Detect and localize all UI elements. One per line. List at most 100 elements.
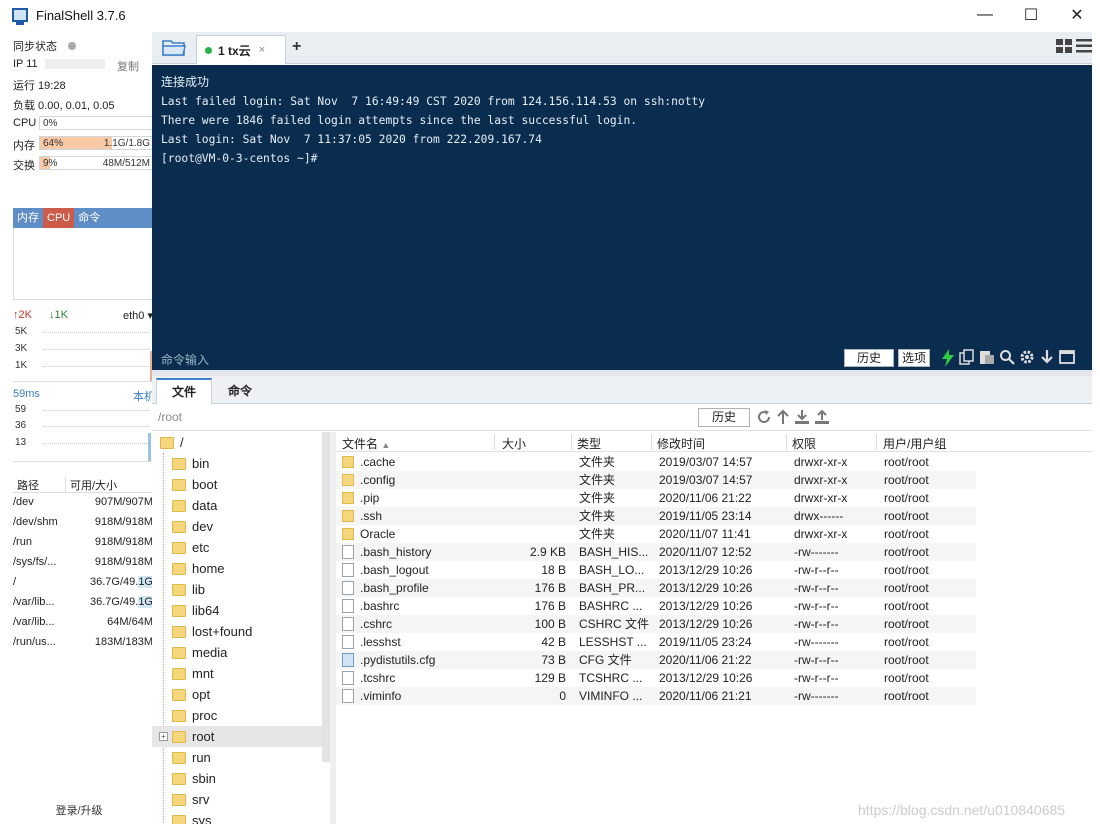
tree-item-home[interactable]: home <box>152 558 322 579</box>
path-history-button[interactable]: 历史 <box>698 408 750 427</box>
tree-item-opt[interactable]: opt <box>152 684 322 705</box>
file-row[interactable]: .pydistutils.cfg 73 B CFG 文件 2020/11/06 21:… <box>336 651 976 669</box>
tree-item-proc[interactable]: proc <box>152 705 322 726</box>
tree-item-etc[interactable]: etc <box>152 537 322 558</box>
close-button[interactable]: ✕ <box>1054 0 1100 30</box>
tree-item-boot[interactable]: boot <box>152 474 322 495</box>
close-tab-icon[interactable]: × <box>259 44 265 56</box>
file-type: 文件夹 <box>579 527 616 541</box>
tab-session-txyun[interactable]: 1 tx云 × <box>196 35 286 64</box>
file-name: .viminfo <box>360 689 402 703</box>
open-folder-icon[interactable] <box>162 38 186 56</box>
file-owner: root/root <box>884 473 929 487</box>
file-row[interactable]: Oracle 文件夹 2020/11/07 11:41 drwxr-xr-x root/… <box>336 525 976 543</box>
minimize-button[interactable]: — <box>962 0 1008 30</box>
up-directory-icon[interactable] <box>776 409 790 425</box>
window-icon[interactable] <box>1059 349 1075 365</box>
folder-icon <box>172 751 186 764</box>
col-filename[interactable]: 文件名 ▲ <box>342 435 390 452</box>
tree-item-srv[interactable]: srv <box>152 789 322 810</box>
file-row[interactable]: .lesshst 42 B LESSHST ... 2019/11/05 23:24 -… <box>336 633 976 651</box>
file-row[interactable]: .bash_profile 176 B BASH_PR... 2013/12/29 1… <box>336 579 976 597</box>
net-interface-select[interactable]: eth0 ▾ <box>123 309 153 322</box>
tab-files[interactable]: 文件 <box>156 378 212 404</box>
folder-icon <box>172 814 186 824</box>
file-name: .cache <box>360 455 396 469</box>
col-type[interactable]: 类型 <box>577 435 601 452</box>
tree-item-lib[interactable]: lib <box>152 579 322 600</box>
download-arrow-icon[interactable] <box>1039 349 1055 365</box>
file-row[interactable]: .bash_history 2.9 KB BASH_HIS... 2020/11/07… <box>336 543 976 561</box>
tree-item-lib64[interactable]: lib64 <box>152 600 322 621</box>
tree-item-root[interactable]: + root <box>152 726 322 747</box>
file-row[interactable]: .pip 文件夹 2020/11/06 21:22 drwxr-xr-x root/ro… <box>336 489 976 507</box>
terminal-output[interactable]: 连接成功 Last failed login: Sat Nov 7 16:49:… <box>152 65 1092 370</box>
proc-tab-cpu[interactable]: CPU <box>43 208 75 228</box>
tree-item-lost-found[interactable]: lost+found <box>152 621 322 642</box>
app-icon <box>12 8 28 25</box>
upload-icon[interactable] <box>814 409 830 425</box>
file-type: CFG 文件 <box>579 653 632 667</box>
file-row[interactable]: .bash_logout 18 B BASH_LO... 2013/12/29 10:… <box>336 561 976 579</box>
tree-item-mnt[interactable]: mnt <box>152 663 322 684</box>
options-button[interactable]: 选项 <box>898 349 930 367</box>
file-perm: -rw------- <box>794 635 839 649</box>
tree-item-media[interactable]: media <box>152 642 322 663</box>
terminal-line: Last failed login: Sat Nov 7 16:49:49 CS… <box>161 95 706 108</box>
path-input[interactable]: /root <box>158 410 182 424</box>
cpu-meter: 0% <box>39 116 154 130</box>
download-icon[interactable] <box>794 409 810 425</box>
login-upgrade-button[interactable]: 登录/升级 <box>9 802 149 818</box>
list-layout-icon[interactable] <box>1076 39 1092 53</box>
refresh-icon[interactable] <box>756 409 772 425</box>
tree-scrollbar[interactable] <box>322 432 330 762</box>
file-row[interactable]: .ssh 文件夹 2019/11/05 23:14 drwx------ root/ro… <box>336 507 976 525</box>
file-mtime: 2019/03/07 14:57 <box>659 455 753 469</box>
tree-item-root-dir[interactable]: / <box>152 432 322 453</box>
file-row[interactable]: .cache 文件夹 2019/03/07 14:57 drwxr-xr-x root/… <box>336 453 976 471</box>
file-owner: root/root <box>884 509 929 523</box>
file-mtime: 2020/11/06 21:22 <box>659 491 752 505</box>
file-row[interactable]: .bashrc 176 B BASHRC ... 2013/12/29 10:26 -r… <box>336 597 976 615</box>
file-owner: root/root <box>884 563 929 577</box>
tab-commands[interactable]: 命令 <box>212 378 268 404</box>
copy-ip-button[interactable]: 复制 <box>117 58 139 74</box>
col-size[interactable]: 大小 <box>502 435 526 452</box>
file-perm: -rw-r--r-- <box>794 617 839 631</box>
proc-tab-command[interactable]: 命令 <box>74 208 104 228</box>
proc-tab-memory[interactable]: 内存 <box>13 208 43 228</box>
col-permissions[interactable]: 权限 <box>792 435 816 452</box>
folder-icon <box>342 474 354 486</box>
col-mtime[interactable]: 修改时间 <box>657 435 705 452</box>
tree-item-bin[interactable]: bin <box>152 453 322 474</box>
disk-row: /run 918M/918M <box>13 533 155 551</box>
search-icon[interactable] <box>999 349 1015 365</box>
copy-icon[interactable] <box>959 349 975 365</box>
add-tab-button[interactable]: + <box>292 38 301 56</box>
tree-item-label: data <box>192 498 218 513</box>
file-row[interactable]: .cshrc 100 B CSHRC 文件 2013/12/29 10:26 -rw-r… <box>336 615 976 633</box>
expand-icon[interactable]: + <box>159 732 168 741</box>
file-perm: -rw------- <box>794 545 839 559</box>
tree-item-run[interactable]: run <box>152 747 322 768</box>
disk-size: 918M/918M <box>94 556 153 568</box>
tree-item-sbin[interactable]: sbin <box>152 768 322 789</box>
paste-icon[interactable] <box>979 349 995 365</box>
tree-item-data[interactable]: data <box>152 495 322 516</box>
file-owner: root/root <box>884 599 929 613</box>
file-row[interactable]: .tcshrc 129 B TCSHRC ... 2013/12/29 10:26 -r… <box>336 669 976 687</box>
lightning-icon[interactable] <box>941 349 955 367</box>
file-mtime: 2013/12/29 10:26 <box>659 671 753 685</box>
gear-icon[interactable] <box>1019 349 1035 365</box>
file-row[interactable]: .viminfo 0 VIMINFO ... 2020/11/06 21:21 -rw-… <box>336 687 976 705</box>
command-history-button[interactable]: 历史 <box>844 349 894 367</box>
file-row[interactable]: .config 文件夹 2019/03/07 14:57 drwxr-xr-x root… <box>336 471 976 489</box>
tree-item-label: home <box>192 561 225 576</box>
command-input[interactable]: 命令输入 <box>161 351 209 368</box>
grid-layout-icon[interactable] <box>1056 39 1072 53</box>
col-owner[interactable]: 用户/用户组 <box>883 435 946 452</box>
maximize-button[interactable]: ☐ <box>1008 0 1054 30</box>
swap-percent: 9% <box>43 158 58 169</box>
tree-item-sys[interactable]: sys <box>152 810 322 824</box>
tree-item-dev[interactable]: dev <box>152 516 322 537</box>
